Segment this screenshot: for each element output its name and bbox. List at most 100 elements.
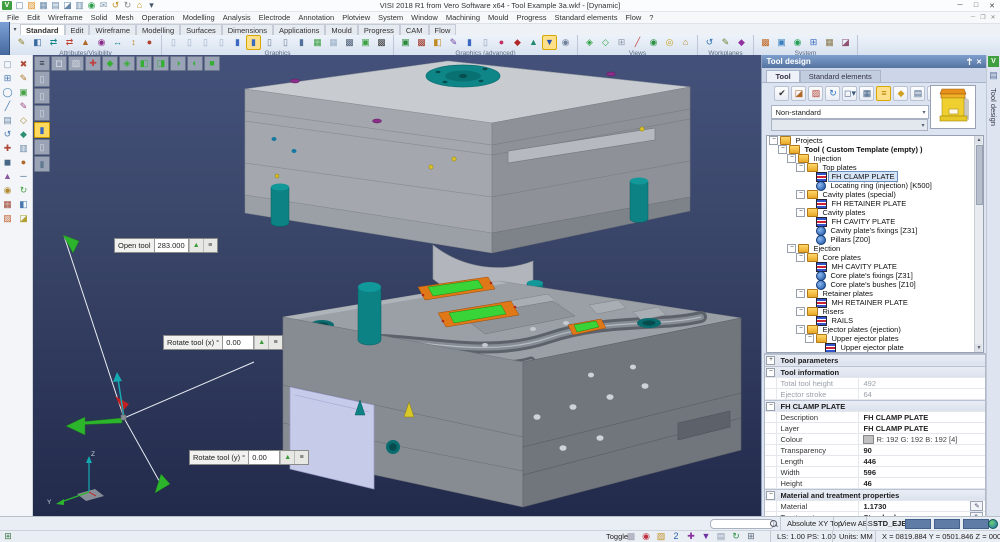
property-value[interactable]: FH CLAMP PLATE (859, 413, 985, 422)
globe-icon[interactable]: ◉ (790, 35, 805, 50)
point-icon[interactable]: ▢ (0, 58, 15, 71)
validate-icon[interactable]: ▣ (16, 86, 31, 99)
ribbon-tab[interactable]: Mould (325, 24, 357, 35)
save-tool-icon[interactable]: ▦ (859, 86, 874, 101)
section-toggle[interactable] (765, 490, 777, 500)
property-row[interactable]: Description FH CLAMP PLATE ✎ (765, 412, 985, 423)
key-icon[interactable]: ◆ (893, 86, 908, 101)
face-view-icon[interactable]: ◎ (662, 35, 677, 50)
render-fire-icon[interactable]: ▨ (0, 212, 15, 225)
expander-icon[interactable] (778, 145, 787, 154)
minimize-button[interactable]: ─ (952, 0, 968, 11)
tree-item[interactable]: Projects (767, 136, 975, 145)
surface-icon[interactable]: ◆ (16, 128, 31, 141)
report-icon[interactable]: ◪ (838, 35, 853, 50)
section-toggle[interactable] (765, 445, 777, 455)
close-icon[interactable]: ✕ (976, 58, 982, 66)
property-row[interactable]: Width 596 ✎ (765, 467, 985, 478)
view-left-icon[interactable]: ◑ (170, 56, 186, 71)
material-icon[interactable]: ◧ (430, 35, 445, 50)
transparent-icon[interactable]: ▯ (262, 35, 277, 50)
tree-item[interactable]: Locating ring (injection) [K500] (767, 181, 975, 190)
attributes-edit-icon[interactable]: ✎ (14, 35, 29, 50)
clip-plane-icon[interactable]: ▼ (542, 35, 557, 50)
ribbon-tab[interactable]: Surfaces (180, 24, 222, 35)
mdi-close-button[interactable]: ✕ (988, 12, 998, 22)
tree-item[interactable]: Injection (767, 154, 975, 163)
layers-icon[interactable]: ▤ (0, 114, 15, 127)
menu-item[interactable]: Annotation (294, 13, 338, 22)
tree-item[interactable]: FH CLAMP PLATE (767, 172, 975, 181)
tree-item[interactable]: Upper ejector plate (767, 343, 975, 352)
material-ball-icon[interactable]: ◪ (16, 212, 31, 225)
list-icon[interactable]: ▤ (715, 532, 727, 542)
tree-item[interactable]: MH CAVITY PLATE (767, 262, 975, 271)
maximize-button[interactable]: □ (968, 0, 984, 11)
ribbon-collapse-icon[interactable]: ▾ (10, 24, 20, 35)
lower-mold-half[interactable] (283, 277, 741, 507)
colour-icon[interactable]: ◉ (94, 35, 109, 50)
menu-item[interactable]: Mould (484, 13, 512, 22)
workplane-align-icon[interactable]: ◆ (734, 35, 749, 50)
expander-icon[interactable] (796, 208, 805, 217)
redo-icon[interactable]: ↻ (16, 184, 31, 197)
light-icon[interactable]: ✎ (446, 35, 461, 50)
tree-item[interactable]: Core plates (767, 253, 975, 262)
menu-item[interactable]: Solid (87, 13, 112, 22)
panel-tab[interactable]: Tool (766, 70, 799, 82)
property-row[interactable]: FH CLAMP PLATE ✎ (765, 400, 985, 412)
viewport-3d[interactable]: ≡◻▨✚◆◈◧◨◑◐■ ▯▯▯▮▯▮ Open tool 283.000 ▲ ≡… (33, 55, 761, 517)
visibility-icon[interactable]: ◧ (30, 35, 45, 50)
undo-icon[interactable]: ↺ (110, 1, 121, 11)
section-toggle[interactable] (765, 367, 777, 377)
print-icon[interactable]: ▥ (74, 1, 85, 11)
plot-icon[interactable]: ◉ (86, 1, 97, 11)
tree-item[interactable]: Risers (767, 307, 975, 316)
menu-item[interactable]: Analysis (219, 13, 255, 22)
ribbon-tab[interactable]: Applications (273, 24, 325, 35)
expander-icon[interactable] (787, 154, 796, 163)
tree-item[interactable]: FH CAVITY PLATE (767, 217, 975, 226)
add-icon[interactable]: ✚ (0, 142, 15, 155)
ghost-icon[interactable]: ▯ (198, 35, 213, 50)
shade-view-icon[interactable]: ◉ (646, 35, 661, 50)
expander-icon[interactable] (796, 307, 805, 316)
section-toggle[interactable] (765, 434, 777, 444)
property-row[interactable]: Total tool height 492 ✎ (765, 378, 985, 389)
view-axes-icon[interactable]: ✚ (85, 56, 101, 71)
draft-analysis-icon[interactable]: ▦ (310, 35, 325, 50)
section-toggle[interactable] (765, 456, 777, 466)
view-menu-icon[interactable]: ≡ (34, 56, 50, 71)
view-front-icon[interactable]: ◧ (136, 56, 152, 71)
workplane-edit-icon[interactable]: ✎ (718, 35, 733, 50)
tree-item[interactable]: Cavity plates (special) (767, 190, 975, 199)
menu-item[interactable]: Window (407, 13, 442, 22)
tree-item[interactable]: Cavity plate's fixings [Z31] (767, 226, 975, 235)
refresh-green-icon[interactable]: ↻ (730, 532, 742, 542)
redo-icon[interactable]: ↻ (122, 1, 133, 11)
property-value[interactable]: R: 192 G: 192 B: 192 [4] (874, 435, 985, 444)
rotate-x-input[interactable]: 0.00 (222, 336, 254, 349)
expander-icon[interactable] (796, 253, 805, 262)
tree-item[interactable]: Ejection (767, 244, 975, 253)
blank-icon[interactable]: ● (142, 35, 157, 50)
section-toggle[interactable] (765, 467, 777, 477)
expander-icon[interactable] (787, 244, 796, 253)
section-icon[interactable]: ▥ (16, 142, 31, 155)
modify-icon[interactable]: ✎ (16, 72, 31, 85)
solid-icon[interactable]: ◼ (0, 156, 15, 169)
menu-item[interactable]: Edit (23, 13, 44, 22)
spline-icon[interactable]: ✎ (16, 100, 31, 113)
display-icon[interactable]: ▣ (774, 35, 789, 50)
zoom-window-icon[interactable]: ◇ (598, 35, 613, 50)
ribbon-tab[interactable]: Progress (358, 24, 400, 35)
property-row[interactable]: Length 446 ✎ (765, 456, 985, 467)
panel-tab[interactable]: Standard elements (800, 70, 881, 82)
hidden-line-icon[interactable]: ▯ (182, 35, 197, 50)
texture-icon[interactable]: ▩ (414, 35, 429, 50)
tree-item[interactable]: Top plates (767, 163, 975, 172)
globe-icon[interactable] (988, 519, 998, 529)
qat-menu-icon[interactable]: ▾ (146, 1, 157, 11)
property-row[interactable]: Transparency 90 ✎ (765, 445, 985, 456)
edit-icon[interactable]: ✎ (970, 501, 983, 511)
